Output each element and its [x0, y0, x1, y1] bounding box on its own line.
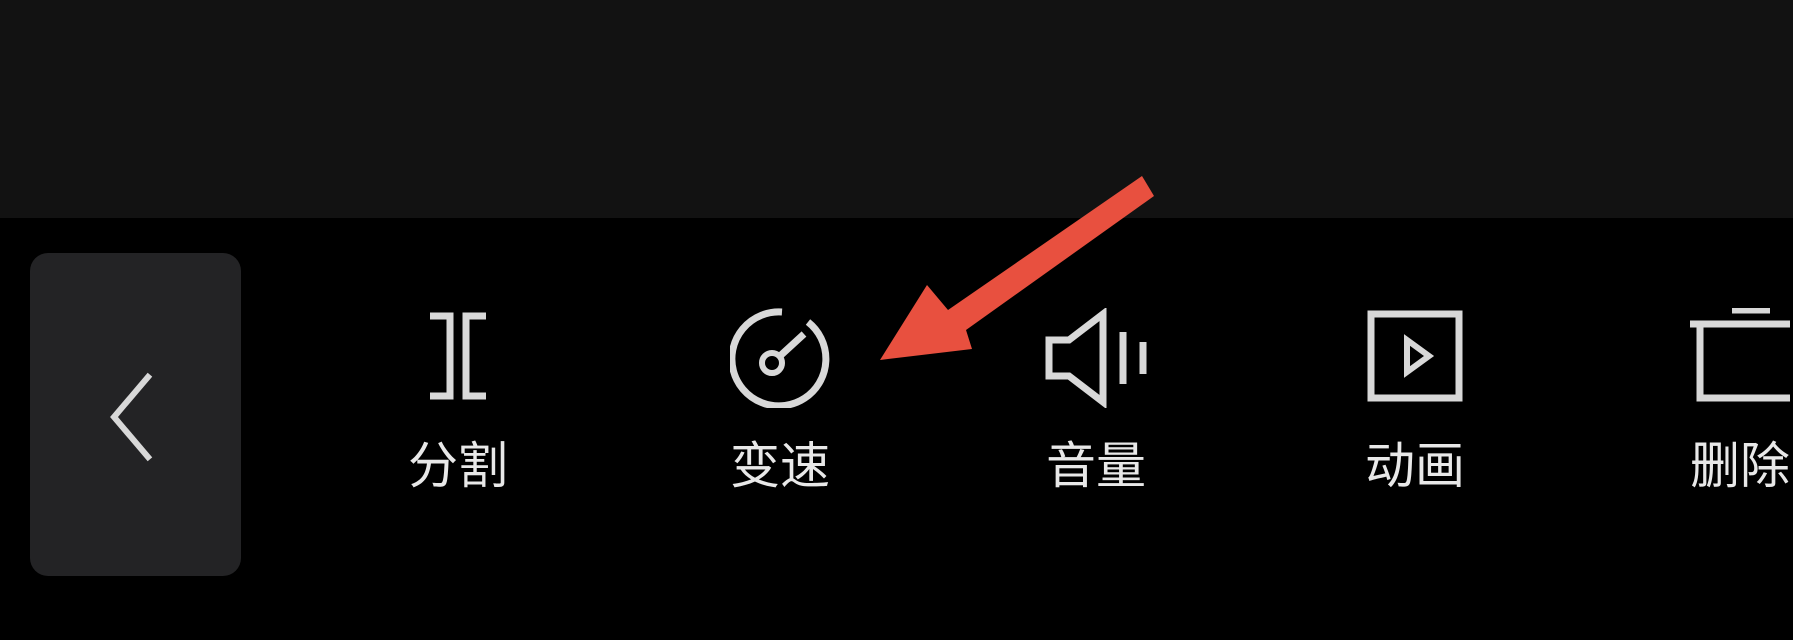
- tool-volume-label: 音量: [1046, 437, 1146, 495]
- tool-delete[interactable]: 删除: [1650, 308, 1793, 518]
- play-box-icon: [1365, 308, 1465, 408]
- split-icon: [408, 308, 508, 408]
- speed-gauge-icon: [730, 308, 830, 408]
- edit-toolbar: 分割 变速 音量 动画 删除: [0, 218, 1793, 640]
- tool-speed-label: 变速: [730, 437, 830, 495]
- trash-icon: [1690, 308, 1790, 408]
- tool-speed[interactable]: 变速: [690, 308, 870, 518]
- tool-animation-label: 动画: [1365, 437, 1465, 495]
- tool-split-label: 分割: [408, 437, 508, 495]
- tool-delete-label: 删除: [1690, 437, 1790, 495]
- back-button[interactable]: [30, 253, 241, 576]
- tool-volume[interactable]: 音量: [1006, 308, 1186, 518]
- preview-panel: [0, 0, 1793, 218]
- chevron-left-icon: [109, 372, 152, 461]
- volume-icon: [1041, 308, 1151, 408]
- tool-split[interactable]: 分割: [368, 308, 548, 518]
- tool-animation[interactable]: 动画: [1325, 308, 1505, 518]
